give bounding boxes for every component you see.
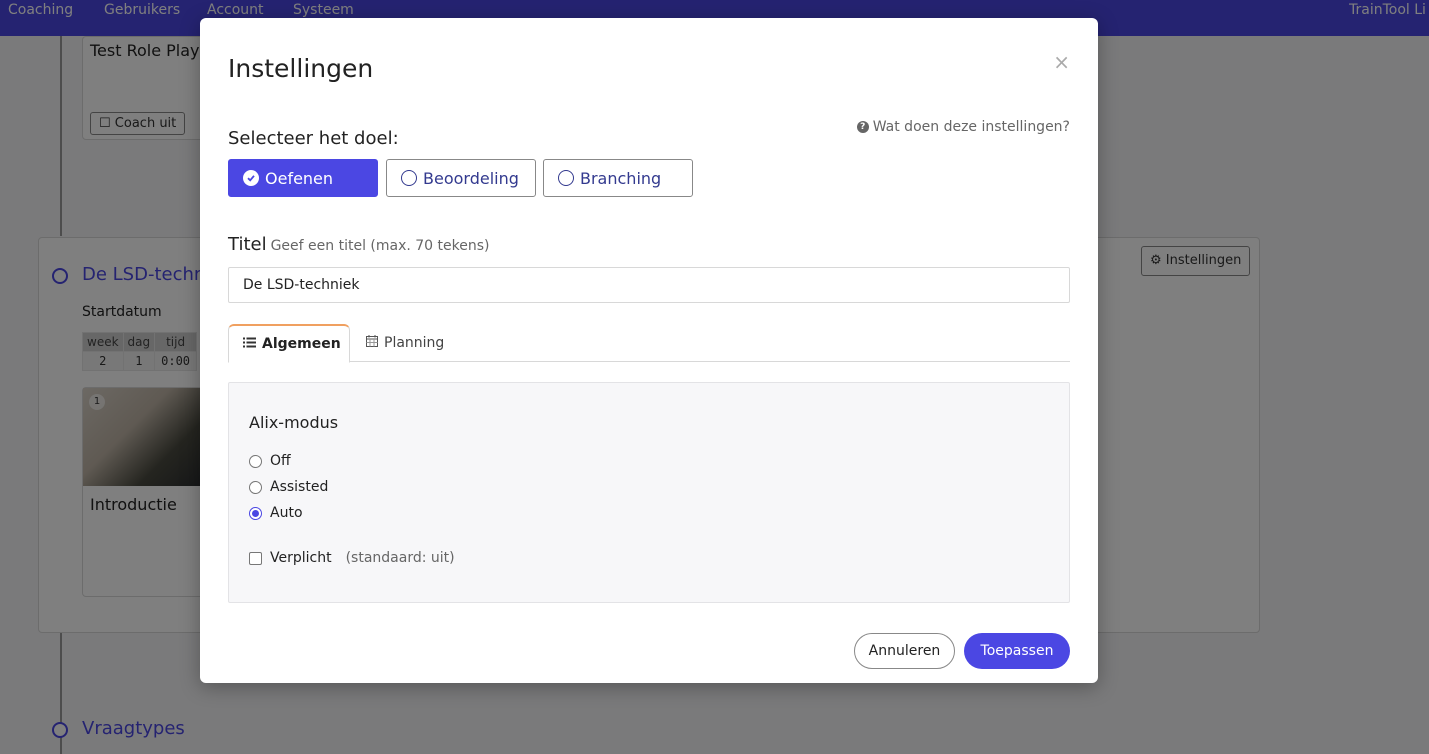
- alix-option-assisted[interactable]: Assisted: [249, 479, 328, 495]
- goal-branching-button[interactable]: Branching: [543, 159, 693, 197]
- goal-label-branching: Branching: [580, 168, 662, 188]
- radio-assisted[interactable]: [249, 480, 262, 494]
- list-icon: [243, 336, 256, 352]
- settings-modal: Instellingen × ? Wat doen deze instellin…: [200, 18, 1098, 683]
- radio-label: Assisted: [270, 479, 329, 495]
- goal-label: Selecteer het doel:: [228, 128, 399, 149]
- title-label-text: Titel: [228, 234, 267, 255]
- tab-algemeen[interactable]: Algemeen: [228, 324, 350, 363]
- required-option[interactable]: Verplicht (standaard: uit): [249, 550, 455, 566]
- close-button[interactable]: ×: [1053, 50, 1070, 74]
- required-default: (standaard: uit): [345, 550, 455, 566]
- tab-label-planning: Planning: [384, 335, 445, 351]
- title-field-label: Titel Geef een titel (max. 70 tekens): [228, 234, 490, 255]
- tab-planning[interactable]: Planning: [352, 324, 458, 362]
- help-link[interactable]: ? Wat doen deze instellingen?: [856, 119, 1070, 135]
- goal-beoordeling-button[interactable]: Beoordeling: [386, 159, 536, 197]
- required-label: Verplicht: [270, 550, 332, 566]
- question-circle-icon: ?: [856, 121, 869, 133]
- title-input[interactable]: [228, 267, 1070, 303]
- circle-icon: [558, 170, 574, 186]
- radio-auto[interactable]: [249, 506, 262, 520]
- circle-icon: [401, 170, 417, 186]
- cancel-button[interactable]: Annuleren: [854, 633, 955, 669]
- title-hint: Geef een titel (max. 70 tekens): [270, 238, 490, 254]
- radio-label: Off: [270, 453, 291, 469]
- required-checkbox[interactable]: [249, 551, 262, 565]
- general-settings-panel: Alix-modus Off Assisted Auto Verplicht (…: [228, 382, 1070, 603]
- tab-bar: Algemeen Planning: [228, 324, 1070, 363]
- goal-label-beoordeling: Beoordeling: [423, 168, 519, 188]
- help-link-label: Wat doen deze instellingen?: [872, 119, 1070, 135]
- calendar-icon: [366, 335, 378, 351]
- alix-option-auto[interactable]: Auto: [249, 505, 303, 521]
- radio-off[interactable]: [249, 454, 262, 468]
- goal-oefenen-button[interactable]: Oefenen: [228, 159, 378, 197]
- goal-label-oefenen: Oefenen: [265, 168, 334, 188]
- alix-mode-heading: Alix-modus: [249, 413, 339, 432]
- apply-button[interactable]: Toepassen: [964, 633, 1070, 669]
- modal-title: Instellingen: [228, 54, 374, 83]
- radio-label: Auto: [270, 505, 303, 521]
- tab-label-algemeen: Algemeen: [262, 336, 341, 352]
- check-circle-icon: [243, 170, 259, 186]
- alix-option-off[interactable]: Off: [249, 453, 291, 469]
